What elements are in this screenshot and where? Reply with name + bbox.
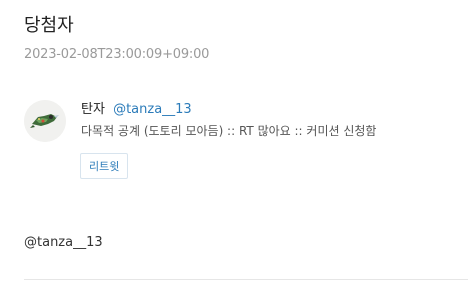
mention-text: @tanza__13 bbox=[24, 235, 103, 250]
post-timestamp: 2023-02-08T23:00:09+09:00 bbox=[24, 47, 210, 62]
author-line: 탄자 @tanza__13 bbox=[81, 101, 192, 119]
retweet-button[interactable]: 리트윗 bbox=[80, 153, 129, 179]
tweet-text: 다목적 공계 (도토리 모아듬) :: RT 많아요 :: 커미션 신청함 bbox=[81, 124, 377, 138]
avatar[interactable] bbox=[24, 100, 66, 142]
embedded-tweet-card: 탄자 @tanza__13 다목적 공계 (도토리 모아듬) :: RT 많아요… bbox=[24, 98, 454, 188]
page-title: 당첨자 bbox=[24, 15, 74, 36]
author-handle-link[interactable]: @tanza__13 bbox=[113, 102, 192, 117]
bird-illustration-icon bbox=[24, 100, 66, 142]
author-name[interactable]: 탄자 bbox=[81, 102, 105, 117]
divider bbox=[24, 279, 468, 280]
